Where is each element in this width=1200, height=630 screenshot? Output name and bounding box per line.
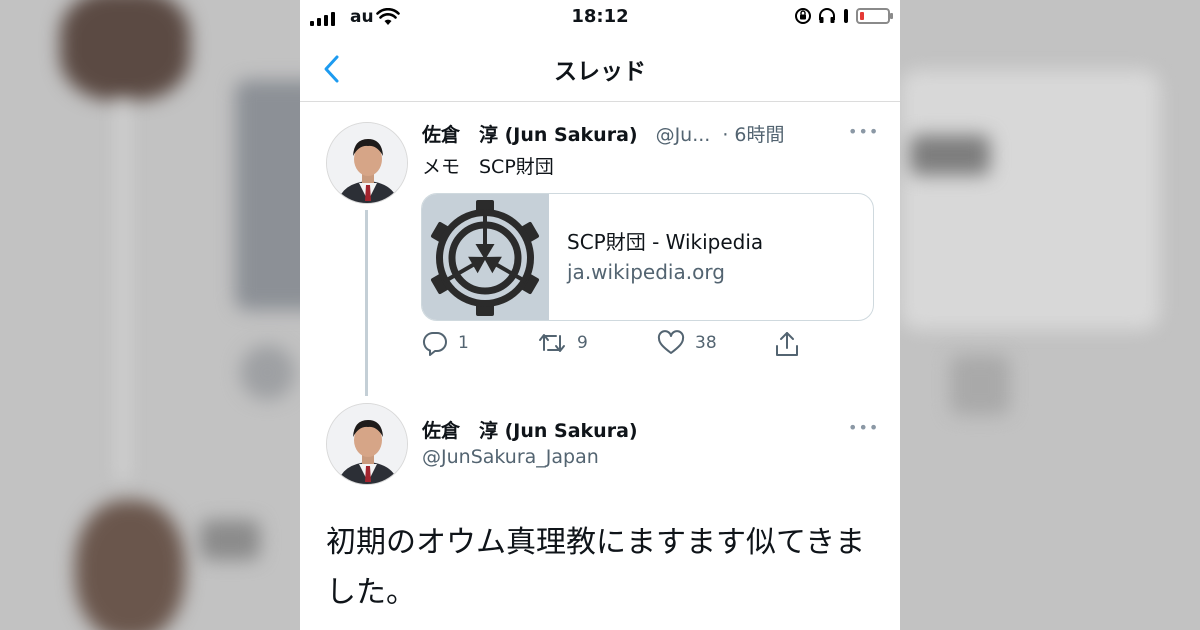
retweet-count: 9 — [577, 333, 588, 353]
card-title: SCP財団 - Wikipedia — [567, 230, 764, 254]
retweet-button[interactable]: 9 — [537, 330, 588, 356]
retweet-icon — [539, 334, 565, 352]
tweet-time[interactable]: · 6時間 — [722, 120, 784, 147]
share-icon — [776, 332, 798, 356]
like-count: 38 — [695, 333, 717, 353]
avatar[interactable] — [326, 122, 408, 204]
author-handle[interactable]: @JunSakura_Japan — [422, 446, 599, 468]
blurred-background-left — [0, 0, 300, 630]
tweet-actions: 1 9 38 — [422, 330, 842, 366]
reply-icon — [422, 331, 447, 356]
card-domain: ja.wikipedia.org — [567, 260, 725, 284]
author-handle[interactable]: @Ju... — [656, 124, 711, 146]
author-name[interactable]: 佐倉 淳 (Jun Sakura) — [422, 120, 638, 147]
page-title: スレッド — [554, 59, 646, 85]
profile-photo — [327, 404, 407, 484]
profile-photo — [327, 123, 407, 203]
more-icon[interactable]: ••• — [848, 122, 879, 141]
share-button[interactable] — [774, 330, 800, 358]
status-bar: au 18:12 — [300, 0, 900, 36]
tweet-text: 初期のオウム真理教にますます似てきました。 — [326, 525, 866, 610]
reply-button[interactable]: 1 — [422, 330, 469, 356]
headphones-icon — [819, 8, 835, 23]
phone-screen: au 18:12 スレッド 佐倉 淳 (Jun Sakura) @Ju... ·… — [300, 0, 900, 630]
tweet-text: メモ SCP財団 — [422, 156, 554, 178]
card-thumbnail — [422, 194, 549, 320]
avatar[interactable] — [326, 403, 408, 485]
blurred-background-right — [900, 0, 1200, 630]
battery-icon — [856, 8, 893, 24]
author-name[interactable]: 佐倉 淳 (Jun Sakura) — [422, 416, 638, 443]
tweet-header: 佐倉 淳 (Jun Sakura) @Ju... · 6時間 — [422, 120, 785, 147]
thread-connector-line — [365, 210, 368, 396]
more-icon[interactable]: ••• — [848, 418, 879, 437]
link-preview-card[interactable]: SCP財団 - Wikipedia ja.wikipedia.org — [421, 193, 874, 321]
orientation-lock-icon — [795, 8, 811, 24]
like-icon — [657, 330, 685, 354]
alarm-icon — [844, 9, 848, 23]
navigation-bar: スレッド — [300, 36, 900, 102]
status-icons — [794, 7, 893, 25]
scp-logo — [431, 200, 539, 316]
like-button[interactable]: 38 — [657, 330, 717, 356]
reply-count: 1 — [458, 333, 469, 353]
